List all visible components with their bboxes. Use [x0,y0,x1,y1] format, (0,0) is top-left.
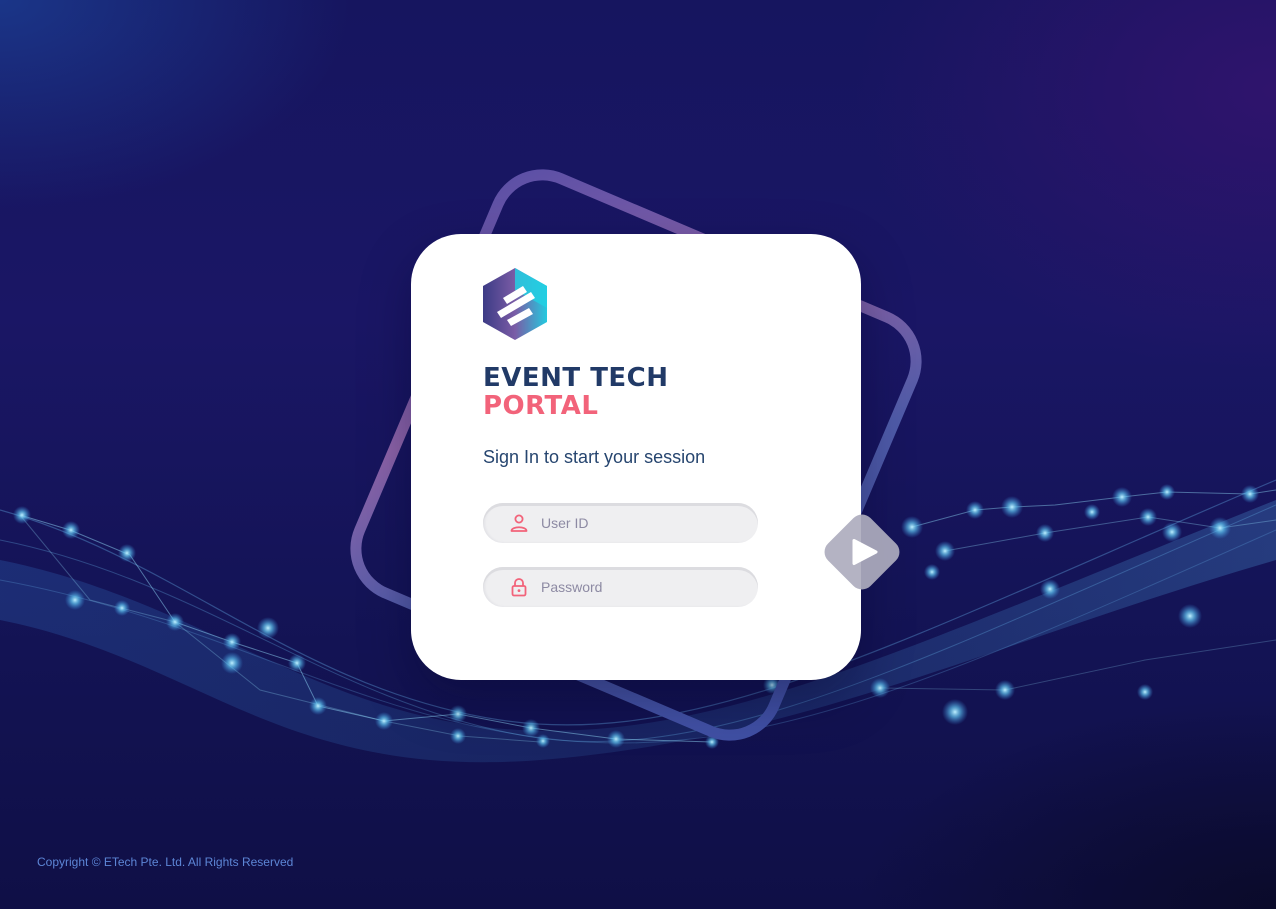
password-input[interactable] [541,567,741,607]
login-card: EVENT TECH PORTAL Sign In to start your … [411,234,861,680]
login-page: EVENT TECH PORTAL Sign In to start your … [0,0,1276,909]
signin-subtitle: Sign In to start your session [483,447,706,467]
lock-icon [511,578,527,597]
user-id-field[interactable] [483,503,758,543]
event-tech-hexagon-logo [483,268,547,340]
user-icon [510,514,528,532]
portal-title-accent: PORTAL [483,391,599,421]
copyright-text: Copyright © ETech Pte. Ltd. All Rights R… [37,855,294,869]
password-field[interactable] [483,567,758,607]
login-submit-button[interactable] [814,504,910,600]
user-id-input[interactable] [541,503,741,543]
